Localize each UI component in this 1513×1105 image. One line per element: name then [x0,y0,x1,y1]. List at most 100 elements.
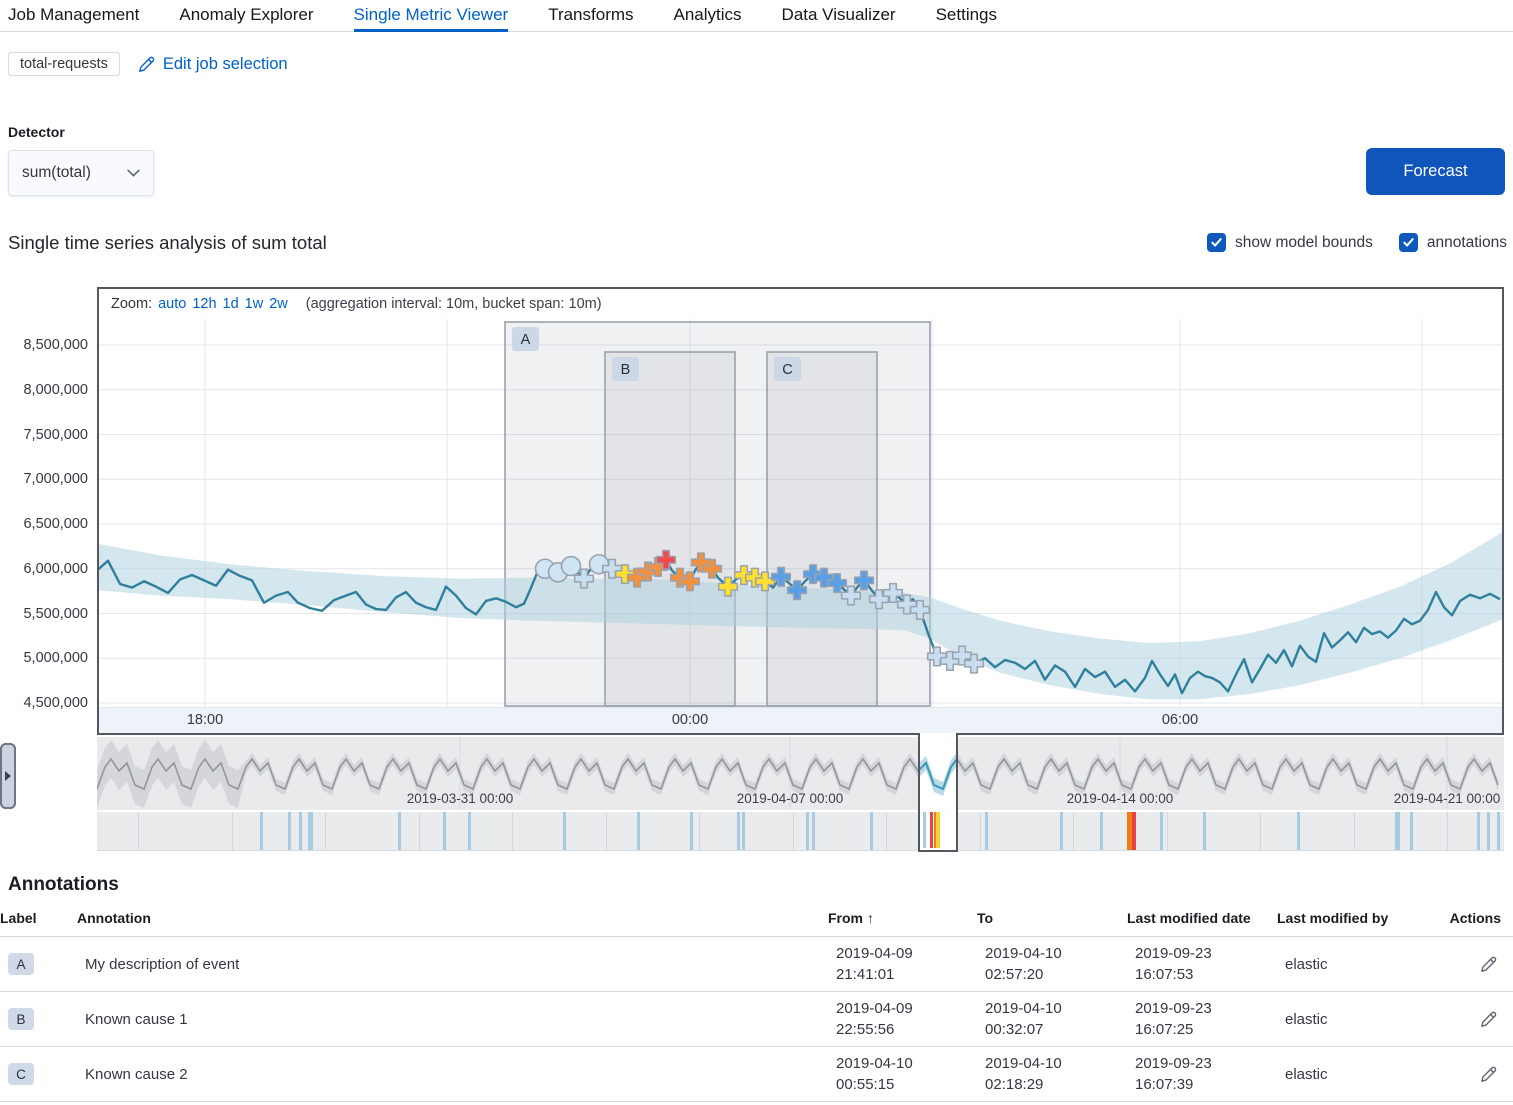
annotation-label-cell: A [8,953,85,975]
zoom-option-1d[interactable]: 1d [223,296,239,312]
swimlane-annotation-mark[interactable] [870,812,873,850]
toggle-annotations[interactable]: annotations [1399,233,1507,252]
edit-annotation-button[interactable] [1480,1011,1513,1028]
swimlane-annotation-mark[interactable] [1132,812,1136,850]
edit-annotation-button[interactable] [1480,956,1513,973]
check-icon [1210,236,1223,249]
column-header-label[interactable]: Label [0,910,77,926]
swimlane-annotation-mark[interactable] [742,812,745,850]
toggle-show-model-bounds[interactable]: show model bounds [1207,233,1373,252]
swimlane-annotation-mark[interactable] [1497,812,1500,850]
job-badge[interactable]: total-requests [8,52,120,76]
to-cell: 2019-04-1002:57:20 [985,943,1135,985]
column-header-actions[interactable]: Actions [1450,910,1513,926]
swimlane-annotation-mark[interactable] [637,812,640,850]
swimlane-annotation-mark[interactable] [1297,812,1300,850]
swimlane-annotation-mark[interactable] [1487,812,1490,850]
annotation-row-B[interactable]: BKnown cause 12019-04-0922:55:562019-04-… [0,992,1513,1047]
tab-settings[interactable]: Settings [936,0,997,32]
swimlane-annotation-mark[interactable] [260,812,263,850]
zoom-bar: Zoom:auto12h1d1w2w(aggregation interval:… [99,289,1502,319]
top-nav-tabs: Job Management Anomaly Explorer Single Met… [0,0,1513,32]
swimlane-annotation-mark[interactable] [806,812,809,850]
detector-control: Detector sum(total) [8,124,154,196]
edit-job-selection-link[interactable]: Edit job selection [138,55,288,74]
annotation-row-C[interactable]: CKnown cause 22019-04-1000:55:152019-04-… [0,1047,1513,1102]
swimlane-annotation-mark[interactable] [737,812,740,850]
swimlane-annotation-mark[interactable] [1395,812,1400,850]
annotation-box-C[interactable] [767,352,877,706]
tab-data-visualizer[interactable]: Data Visualizer [782,0,896,32]
from-cell: 2019-04-0922:55:56 [836,998,985,1040]
selected-range-line [920,737,956,810]
brush-handle-right[interactable] [0,743,16,809]
focus-chart-plot[interactable]: ABC [99,319,1502,707]
tab-transforms[interactable]: Transforms [548,0,633,32]
context-chart-section: 2019-03-31 00:002019-04-07 00:002019-04-… [0,737,1513,857]
checkbox-annotations[interactable] [1399,233,1418,252]
tab-analytics[interactable]: Analytics [674,0,742,32]
detector-select[interactable]: sum(total) [8,150,154,196]
column-header-annotation[interactable]: Annotation [77,910,828,926]
tab-job-management[interactable]: Job Management [8,0,139,32]
swimlane-annotation-mark[interactable] [1060,812,1063,850]
swimlane-annotation-mark[interactable] [985,812,988,850]
scheduled-event-marker[interactable] [562,557,581,576]
to-value: 2019-04-10 [985,943,1135,964]
swimlane-divider [138,812,139,850]
from-value: 22:55:56 [836,1019,985,1040]
swimlane-divider [1073,812,1074,850]
column-header-to[interactable]: To [977,910,1127,926]
pencil-icon [1480,1011,1497,1028]
chevron-down-icon [127,169,140,177]
swimlane-annotation-mark[interactable] [1160,812,1163,850]
swimlane-annotation-mark[interactable] [398,812,401,850]
swimlane-annotation-mark[interactable] [468,812,471,850]
swimlane-divider [699,812,700,850]
column-header-modified_by[interactable]: Last modified by [1277,910,1437,926]
swimlane-annotation-mark[interactable] [308,812,313,850]
swimlane-annotation-mark[interactable] [1410,812,1413,850]
toggle-label: annotations [1427,234,1507,252]
time-selection-brush[interactable] [918,733,958,852]
chevron-right-icon [5,771,11,781]
swimlane-annotation-mark[interactable] [299,812,302,850]
column-header-modified_date[interactable]: Last modified date [1127,910,1277,926]
swimlane-divider [325,812,326,850]
context-chart[interactable]: 2019-03-31 00:002019-04-07 00:002019-04-… [97,737,1504,810]
swimlane-annotation-mark[interactable] [1203,812,1206,850]
modified-date-cell: 2019-09-2316:07:25 [1135,998,1285,1040]
annotation-row-A[interactable]: AMy description of event2019-04-0921:41:… [0,937,1513,992]
annotations-swimlane[interactable] [97,812,1504,851]
single-metric-viewer-page: Job Management Anomaly Explorer Single Met… [0,0,1513,1105]
swimlane-annotation-mark[interactable] [1477,812,1480,850]
swimlane-annotation-mark[interactable] [288,812,291,850]
swimlane-divider [1260,812,1261,850]
pencil-icon [1480,956,1497,973]
focus-chart[interactable]: Zoom:auto12h1d1w2w(aggregation interval:… [97,287,1504,735]
zoom-option-2w[interactable]: 2w [269,296,288,312]
zoom-option-auto[interactable]: auto [158,296,186,312]
tab-single-metric-viewer[interactable]: Single Metric Viewer [354,0,509,32]
forecast-button[interactable]: Forecast [1366,148,1505,195]
edit-annotation-button[interactable] [1480,1066,1513,1083]
swimlane-annotation-mark[interactable] [443,812,446,850]
zoom-option-12h[interactable]: 12h [192,296,216,312]
y-tick-label: 6,500,000 [23,516,88,532]
annotation-box-B[interactable] [605,352,735,706]
modified_date-value: 2019-09-23 [1135,943,1285,964]
column-header-from[interactable]: From↑ [828,910,977,926]
zoom-option-1w[interactable]: 1w [245,296,264,312]
from-value: 2019-04-09 [836,998,985,1019]
modified-date-cell: 2019-09-2316:07:53 [1135,943,1285,985]
swimlane-annotation-mark[interactable] [1100,812,1103,850]
from-cell: 2019-04-1000:55:15 [836,1053,985,1095]
swimlane-annotation-mark[interactable] [690,812,693,850]
y-tick-label: 6,000,000 [23,561,88,577]
tab-anomaly-explorer[interactable]: Anomaly Explorer [179,0,313,32]
swimlane-divider [793,812,794,850]
swimlane-annotation-mark[interactable] [812,812,815,850]
checkbox-show-model-bounds[interactable] [1207,233,1226,252]
from-cell: 2019-04-0921:41:01 [836,943,985,985]
swimlane-annotation-mark[interactable] [563,812,566,850]
